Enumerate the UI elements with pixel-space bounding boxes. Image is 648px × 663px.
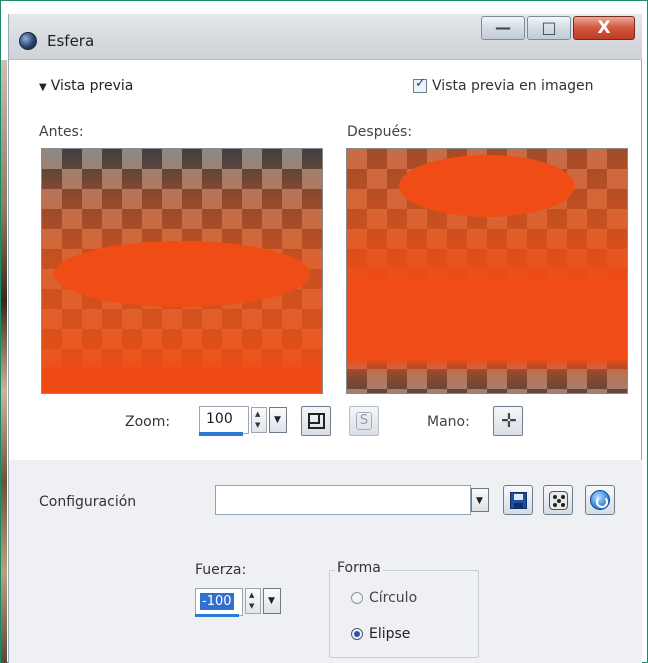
strength-dropdown-button[interactable]: ▼ [263,588,281,614]
strength-label: Fuerza: [195,562,247,578]
preview-in-image-checkbox[interactable]: ✓ [413,76,427,93]
move-icon: ✛ [501,410,517,432]
preview-in-image-label: Vista previa en imagen [432,78,594,94]
spin-down-icon: ▼ [249,602,255,610]
orange-ellipse [399,155,575,217]
fit-window-button[interactable] [301,406,331,436]
shape-groupbox [329,570,479,658]
window-title: Esfera [47,32,95,50]
window-controls: — □ X [481,16,641,42]
magnifier-icon: S [356,412,372,430]
settings-label: Configuración [39,494,137,510]
settings-row: Configuración ▼ [9,460,642,548]
preview-section-label: Vista previa [50,78,134,94]
zoom-toolbar: Zoom: 100 ▲ ▼ ▼ S Mano: ✛ [9,402,642,442]
maximize-icon: □ [541,18,557,37]
after-preview-image[interactable] [346,148,628,394]
zoom-dropdown-button[interactable]: ▼ [269,407,287,433]
hand-tool-button[interactable]: ✛ [493,406,523,436]
strength-value: -100 [200,593,234,610]
zoom-slider-bar[interactable] [199,432,243,436]
preview-header: ▼ Vista previa ✓ Vista previa en imagen [9,72,642,98]
minimize-icon: — [495,18,511,37]
app-icon [19,32,37,50]
shape-option-circle[interactable]: Círculo [351,590,417,606]
dice-icon [549,491,568,510]
hand-label: Mano: [427,414,470,430]
shape-option-ellipse[interactable]: Elipse [351,626,410,642]
chevron-down-icon: ▼ [268,596,275,606]
chevron-down-icon: ▼ [39,82,47,93]
background-strip [1,60,7,663]
circle-radio[interactable] [351,592,363,604]
reset-icon [590,490,610,510]
ellipse-radio[interactable] [351,628,363,640]
maximize-button[interactable]: □ [527,16,571,40]
dialog-window: Esfera — □ X ▼ Vista previa ✓ Vista previ… [8,14,642,663]
zoom-input[interactable]: 100 [199,406,249,434]
zoom-value: 100 [206,411,233,427]
minimize-button[interactable]: — [481,16,525,40]
orange-ellipse [54,241,310,307]
spin-up-icon: ▲ [255,410,261,418]
preview-collapse-toggle[interactable]: ▼ Vista previa [39,78,133,94]
chevron-down-icon: ▼ [476,496,483,506]
settings-dropdown-button[interactable]: ▼ [471,488,489,512]
zoom-lens-button[interactable]: S [349,406,379,436]
chevron-down-icon: ▼ [274,415,281,425]
spin-up-icon: ▲ [249,591,255,599]
before-preview-image[interactable] [41,148,323,394]
reset-button[interactable] [585,485,615,515]
randomize-button[interactable] [543,485,573,515]
after-label: Después: [347,124,413,140]
checkbox-icon: ✓ [415,76,426,91]
zoom-label: Zoom: [125,414,171,430]
before-label: Antes: [39,124,84,140]
save-preset-button[interactable] [503,485,533,515]
circle-radio-label: Círculo [369,590,418,606]
save-icon [510,492,527,509]
fit-window-icon [308,413,325,429]
preview-in-image-option[interactable]: ✓ Vista previa en imagen [413,76,594,94]
close-icon: X [597,18,611,38]
shape-label: Forma [335,560,383,576]
ellipse-radio-label: Elipse [369,626,411,642]
close-button[interactable]: X [573,16,635,40]
zoom-spinner[interactable]: ▲ ▼ [251,407,267,433]
strength-spinner[interactable]: ▲ ▼ [245,588,261,614]
strength-input[interactable]: -100 [195,588,243,616]
strength-slider-bar[interactable] [195,614,239,617]
settings-combo-input[interactable] [215,485,471,515]
parameters-panel: Fuerza: -100 ▲ ▼ ▼ Forma Círculo Elipse [9,548,642,663]
spin-down-icon: ▼ [255,421,261,429]
title-bar[interactable]: Esfera — □ X [9,14,642,60]
